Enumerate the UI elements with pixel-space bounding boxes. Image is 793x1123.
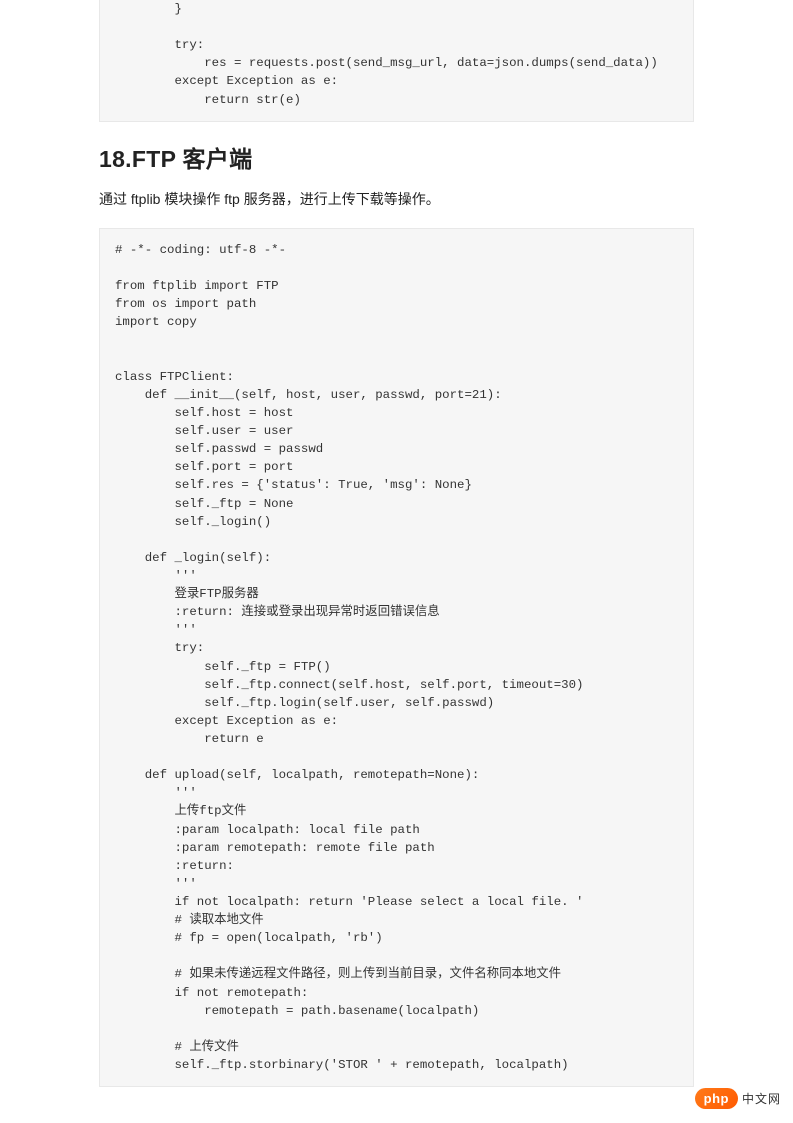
code-block-prev: } try: res = requests.post(send_msg_url,…: [99, 0, 694, 122]
site-badge: php 中文网: [695, 1088, 781, 1109]
section-heading: 18.FTP 客户端: [99, 140, 694, 174]
code-block-ftp: # -*- coding: utf-8 -*- from ftplib impo…: [99, 228, 694, 1087]
php-logo-pill: php: [695, 1088, 738, 1109]
section-description: 通过 ftplib 模块操作 ftp 服务器，进行上传下载等操作。: [99, 188, 694, 210]
php-logo-text: 中文网: [742, 1090, 781, 1107]
